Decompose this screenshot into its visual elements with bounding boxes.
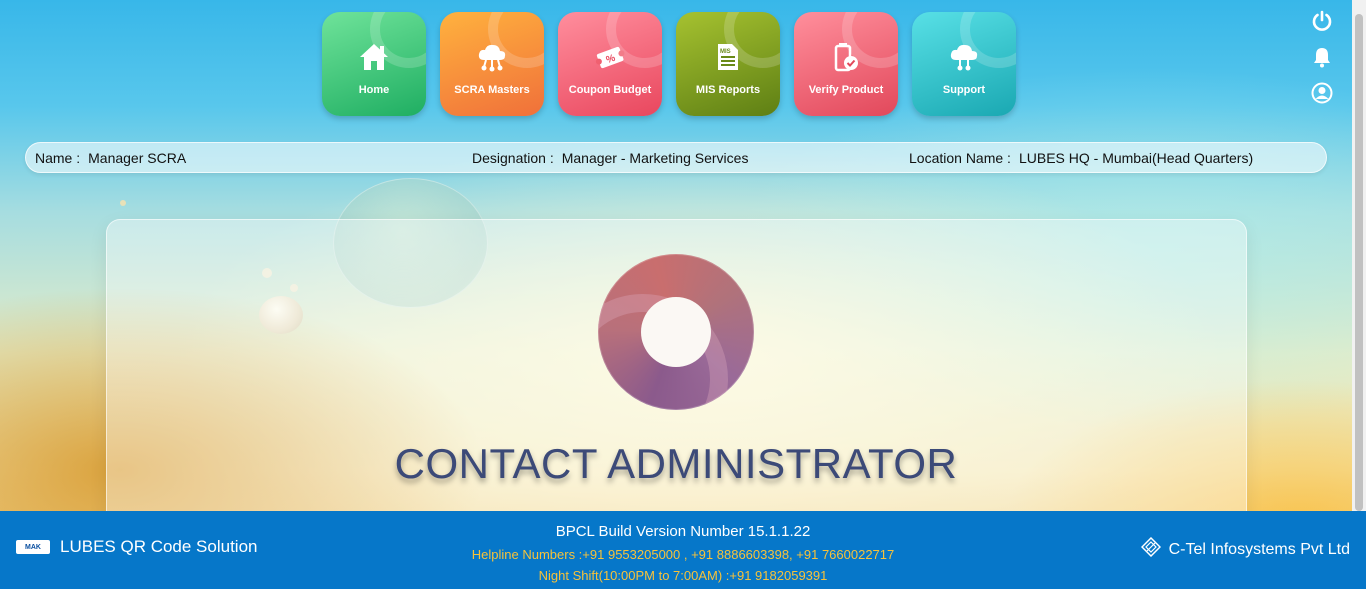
cloud-support-icon — [948, 40, 980, 74]
helpline-numbers: Helpline Numbers :+91 9553205000 , +91 8… — [471, 547, 895, 562]
nav-tile-label: Coupon Budget — [568, 84, 652, 96]
footer: MAK LUBES QR Code Solution BPCL Build Ve… — [0, 511, 1366, 589]
company-brand: C-Tel Infosystems Pvt Ltd — [1140, 536, 1350, 562]
mak-logo-icon: MAK — [16, 540, 50, 554]
coupon-icon: % — [594, 40, 626, 74]
night-shift-number: Night Shift(10:00PM to 7:00AM) :+91 9182… — [538, 568, 828, 583]
user-icon[interactable] — [1309, 80, 1335, 106]
page-scrollbar[interactable] — [1352, 0, 1366, 511]
nav-tile-label: Home — [358, 84, 390, 96]
home-icon — [358, 40, 390, 74]
page-title: CONTACT ADMINISTRATOR — [394, 440, 958, 487]
footer-brand: MAK LUBES QR Code Solution — [16, 537, 258, 557]
name-value: Manager SCRA — [88, 150, 187, 166]
name-label: Name : — [35, 150, 81, 166]
main-nav-tiles: Home SCRA Masters % Coupon Budget MIS MI… — [322, 12, 1016, 116]
report-document-icon: MIS — [714, 40, 742, 74]
svg-text:MIS: MIS — [720, 49, 731, 55]
company-logo-icon — [1140, 536, 1161, 562]
designation-label: Designation : — [472, 150, 554, 166]
nav-tile-verify-product[interactable]: Verify Product — [794, 12, 898, 116]
location-value: LUBES HQ - Mumbai(Head Quarters) — [1018, 150, 1254, 166]
nav-tile-label: Verify Product — [808, 84, 884, 96]
nav-tile-home[interactable]: Home — [322, 12, 426, 116]
nav-tile-coupon-budget[interactable]: % Coupon Budget — [558, 12, 662, 116]
nav-tile-label: Support — [942, 84, 986, 96]
verify-battery-icon — [832, 40, 860, 74]
user-info-bar: Name : Manager SCRA Designation : Manager … — [25, 142, 1327, 173]
location-label: Location Name : — [909, 150, 1011, 166]
nav-tile-mis-reports[interactable]: MIS MIS Reports — [676, 12, 780, 116]
background-bubble — [120, 200, 126, 206]
info-name: Name : Manager SCRA — [35, 150, 186, 166]
company-name: C-Tel Infosystems Pvt Ltd — [1168, 540, 1350, 558]
nav-tile-label: SCRA Masters — [454, 84, 530, 96]
header-actions — [1309, 8, 1335, 106]
nav-tile-support[interactable]: Support — [912, 12, 1016, 116]
nav-tile-label: MIS Reports — [695, 84, 761, 96]
nav-tile-scra-masters[interactable]: SCRA Masters — [440, 12, 544, 116]
power-icon[interactable] — [1309, 8, 1335, 34]
cloud-network-icon — [476, 40, 508, 74]
app-logo-icon — [598, 254, 754, 410]
build-version: BPCL Build Version Number 15.1.1.22 — [555, 523, 811, 540]
info-location: Location Name : LUBES HQ - Mumbai(Head Qu… — [909, 150, 1253, 166]
bell-icon[interactable] — [1309, 44, 1335, 70]
scrollbar-thumb[interactable] — [1355, 14, 1363, 511]
info-designation: Designation : Manager - Marketing Service… — [472, 150, 748, 166]
app-name: LUBES QR Code Solution — [60, 537, 258, 556]
designation-value: Manager - Marketing Services — [561, 150, 749, 166]
footer-info: BPCL Build Version Number 15.1.1.22 Help… — [380, 523, 986, 586]
